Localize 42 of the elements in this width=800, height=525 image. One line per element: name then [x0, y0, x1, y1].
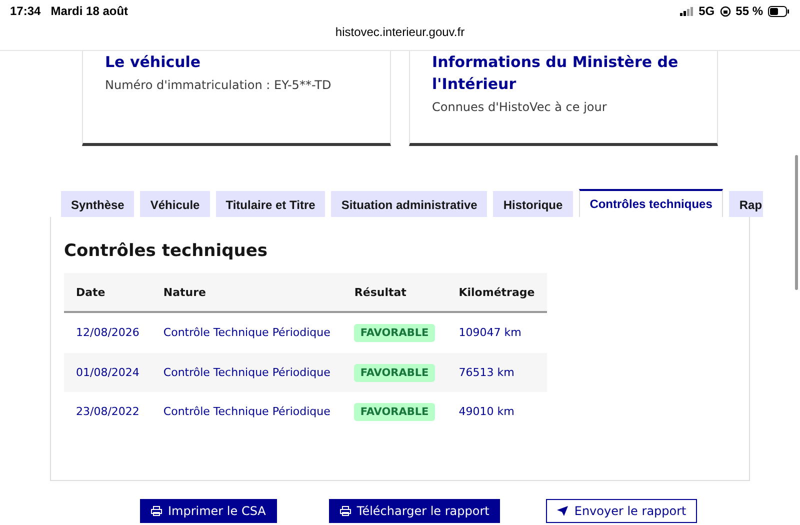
- card-title: Le véhicule: [105, 52, 202, 73]
- column-header: Date: [64, 273, 152, 312]
- send-icon: [557, 506, 568, 516]
- action-button[interactable]: Imprimer le CSA: [140, 499, 277, 523]
- tab[interactable]: Rap: [729, 191, 763, 217]
- action-button[interactable]: Télécharger le rapport: [328, 499, 500, 523]
- status-badge: FAVORABLE: [354, 364, 435, 382]
- table-cell: Contrôle Technique Périodique: [151, 352, 342, 392]
- card-title: Informations du Ministère de l'Intérieur: [432, 52, 680, 95]
- status-badge: FAVORABLE: [354, 403, 435, 422]
- battery-icon: [768, 6, 790, 16]
- section-title: Contrôles techniques: [64, 241, 269, 261]
- signal-icon: [680, 6, 694, 16]
- column-header: Kilométrage: [446, 273, 547, 312]
- table-cell: Contrôle Technique Périodique: [151, 312, 342, 352]
- tab[interactable]: Contrôles techniques: [578, 189, 724, 217]
- table-cell: 01/08/2024: [64, 352, 152, 392]
- table-cell: 76513 km: [446, 352, 547, 392]
- column-header: Résultat: [342, 273, 447, 312]
- printer-icon: [340, 506, 351, 516]
- table-cell: 109047 km: [446, 312, 547, 352]
- card-text: Connues d'HistoVec à ce jour: [432, 99, 608, 115]
- date: Mardi 18 août: [50, 4, 128, 18]
- table-cell: 23/08/2022: [64, 392, 152, 432]
- tab[interactable]: Véhicule: [140, 191, 210, 217]
- status-badge: FAVORABLE: [354, 324, 435, 342]
- card-text: Numéro d'immatriculation : EY-5**-TD: [105, 77, 332, 93]
- action-button[interactable]: Envoyer le rapport: [546, 499, 698, 523]
- tab[interactable]: Situation administrative: [331, 191, 488, 217]
- table-cell: Contrôle Technique Périodique: [151, 392, 342, 432]
- printer-icon: [151, 506, 162, 516]
- tab[interactable]: Synthèse: [61, 191, 134, 217]
- table-cell: 12/08/2026: [64, 312, 152, 352]
- url-address[interactable]: histovec.interieur.gouv.fr: [335, 25, 465, 39]
- network-label: 5G: [698, 4, 715, 18]
- clock-time: 17:34: [10, 4, 41, 18]
- column-header: Nature: [151, 273, 342, 312]
- tab[interactable]: Titulaire et Titre: [216, 191, 326, 217]
- table-cell: 49010 km: [446, 392, 547, 432]
- tab[interactable]: Historique: [493, 191, 573, 217]
- lock-rotation-icon: [720, 6, 731, 16]
- battery-percent: 55 %: [736, 4, 763, 18]
